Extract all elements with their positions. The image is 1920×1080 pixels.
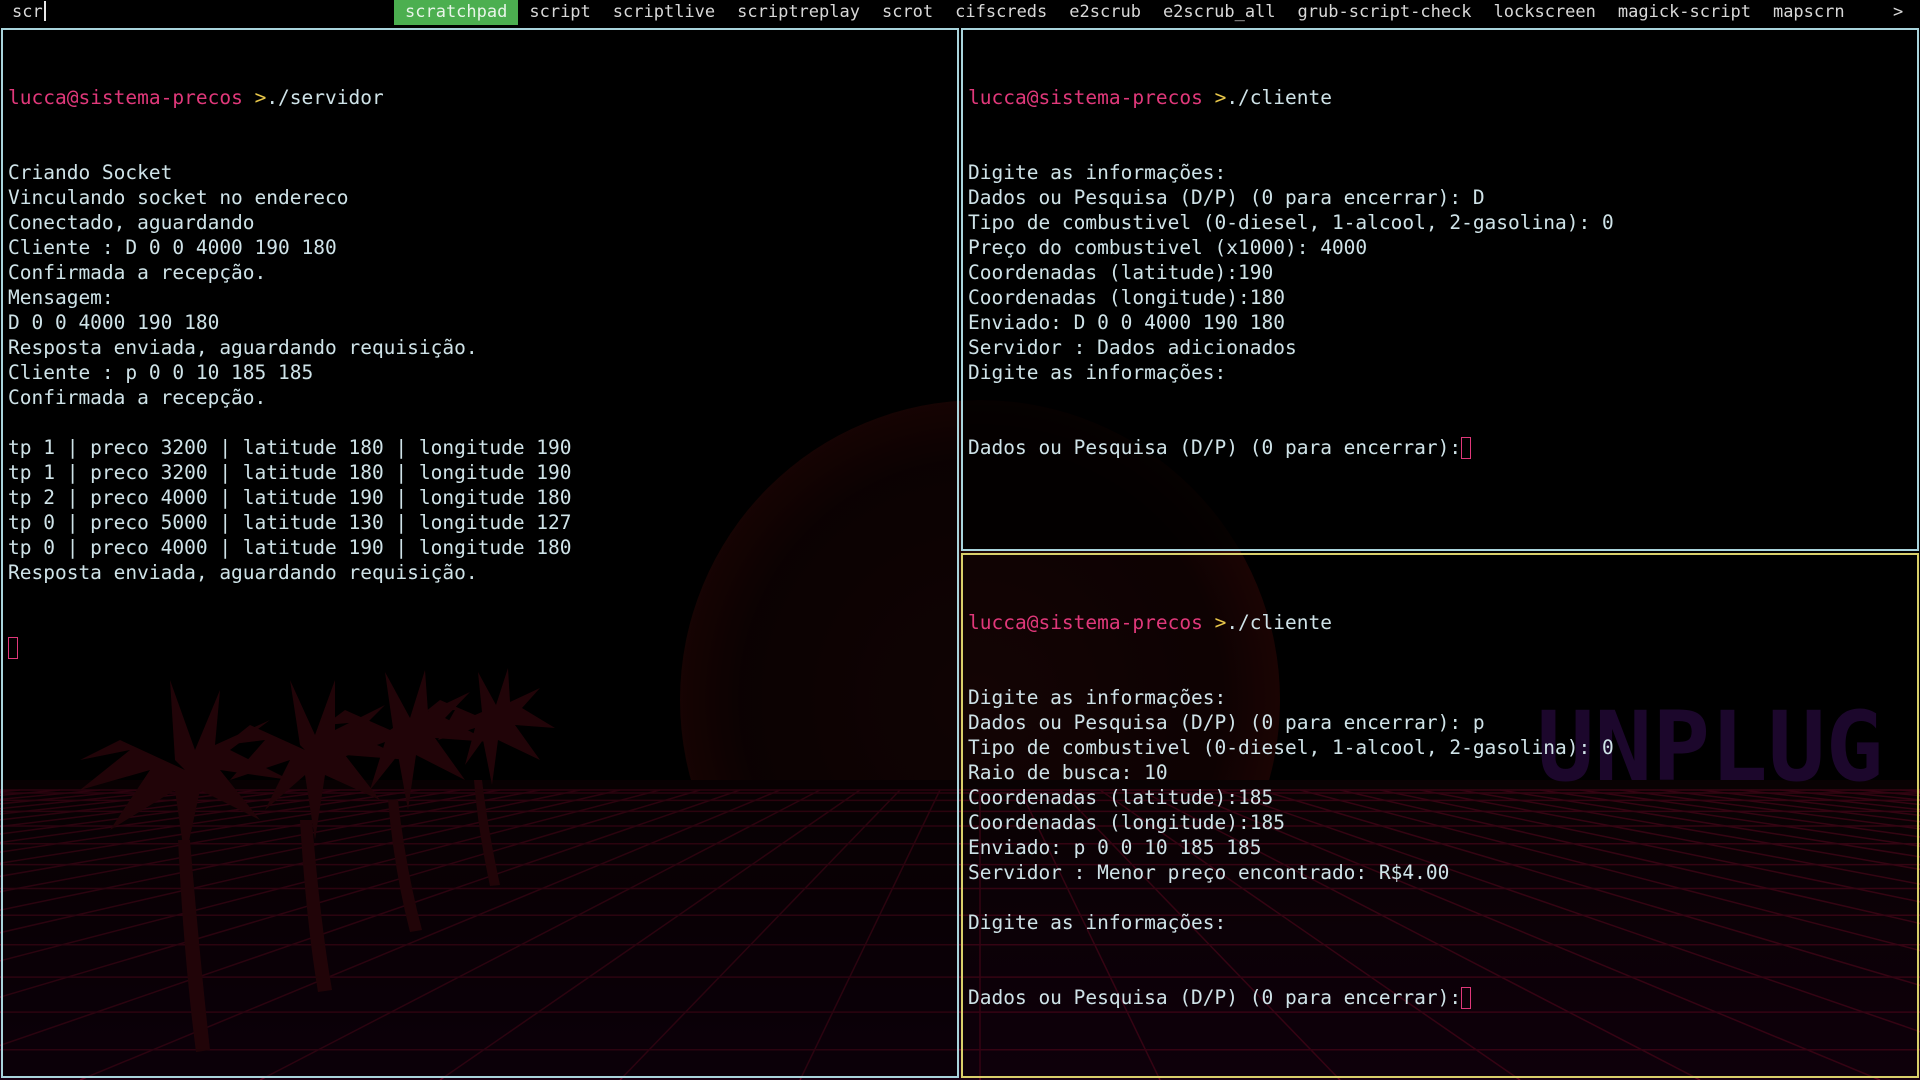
terminal-output: Digite as informações: Dados ou Pesquisa … <box>968 685 1912 935</box>
dmenu-item[interactable]: scrot <box>871 0 944 25</box>
dmenu-item[interactable]: cifscreds <box>944 0 1058 25</box>
dmenu-item[interactable]: grub-script-check <box>1287 0 1483 25</box>
terminal-line: Cliente : D 0 0 4000 190 180 <box>8 236 337 259</box>
dmenu-item[interactable]: e2scrub <box>1058 0 1152 25</box>
dmenu-bar: scr scratchpad script scriptlive scriptrepl… <box>0 0 1920 25</box>
terminal-line: Resposta enviada, aguardando requisição. <box>8 336 478 359</box>
terminal-line: Servidor : Menor preço encontrado: R$4.0… <box>968 861 1450 884</box>
terminal-line: Dados ou Pesquisa (D/P) (0 para encerrar… <box>968 186 1485 209</box>
shell-prompt: lucca@sistema-precos >./servidor <box>8 86 384 109</box>
terminal-output: Digite as informações: Dados ou Pesquisa … <box>968 160 1912 385</box>
terminal-line: Digite as informações: <box>968 911 1227 934</box>
terminal-line: tp 0 | preco 5000 | latitude 130 | longi… <box>8 511 572 534</box>
terminal-line: Coordenadas (longitude):180 <box>968 286 1285 309</box>
terminal-line: Servidor : Dados adicionados <box>968 336 1297 359</box>
terminal-cursor <box>8 637 18 659</box>
terminal-line: D 0 0 4000 190 180 <box>8 311 220 334</box>
terminal-line: tp 2 | preco 4000 | latitude 190 | longi… <box>8 486 572 509</box>
dmenu-item[interactable]: magick-script <box>1607 0 1762 25</box>
terminal-line: Preço do combustivel (x1000): 4000 <box>968 236 1368 259</box>
dmenu-more-indicator[interactable]: > <box>1893 0 1903 25</box>
terminal-client-1[interactable]: lucca@sistema-precos >./cliente Digite a… <box>961 28 1919 551</box>
terminal-line: Criando Socket <box>8 161 173 184</box>
terminal-line: Confirmada a recepção. <box>8 386 267 409</box>
terminal-line: tp 1 | preco 3200 | latitude 180 | longi… <box>8 461 572 484</box>
shell-prompt: lucca@sistema-precos >./cliente <box>968 86 1332 109</box>
terminal-line: Digite as informações: <box>968 361 1227 384</box>
dmenu-item[interactable]: scratchpad <box>394 0 519 25</box>
terminal-line: tp 1 | preco 3200 | latitude 180 | longi… <box>8 436 572 459</box>
terminal-server[interactable]: lucca@sistema-precos >./servidor Criando… <box>1 28 959 1078</box>
terminal-line: Enviado: D 0 0 4000 190 180 <box>968 311 1285 334</box>
terminal-line: Cliente : p 0 0 10 185 185 <box>8 361 314 384</box>
terminal-line: tp 0 | preco 4000 | latitude 190 | longi… <box>8 536 572 559</box>
dmenu-item[interactable]: mapscrn <box>1762 0 1856 25</box>
terminal-line: Raio de busca: 10 <box>968 761 1168 784</box>
desktop: UNPLUG scr scratchpad script scriptlive scr… <box>0 0 1920 1080</box>
dmenu-input[interactable]: scr <box>12 0 46 25</box>
terminal-cursor <box>1461 987 1472 1009</box>
terminal-line: Digite as informações: <box>968 686 1227 709</box>
terminal-line: Tipo de combustivel (0-diesel, 1-alcool,… <box>968 211 1614 234</box>
terminal-line: Confirmada a recepção. <box>8 261 267 284</box>
terminal-client-2[interactable]: lucca@sistema-precos >./cliente Digite a… <box>961 553 1919 1078</box>
dmenu-item[interactable]: scriptlive <box>602 0 726 25</box>
terminal-line: Enviado: p 0 0 10 185 185 <box>968 836 1262 859</box>
dmenu-item[interactable]: e2scrub_all <box>1152 0 1287 25</box>
dmenu-items: scratchpad script scriptlive scriptreplay sc… <box>394 0 1856 25</box>
terminal-line: Vinculando socket no endereco <box>8 186 349 209</box>
terminal-input-line[interactable]: Dados ou Pesquisa (D/P) (0 para encerrar… <box>968 435 1912 460</box>
terminal-line: Coordenadas (latitude):185 <box>968 786 1274 809</box>
dmenu-item[interactable]: lockscreen <box>1483 0 1607 25</box>
terminal-line: Resposta enviada, aguardando requisição. <box>8 561 478 584</box>
terminal-line: Coordenadas (latitude):190 <box>968 261 1274 284</box>
dmenu-item[interactable]: scriptreplay <box>726 0 871 25</box>
terminal-cursor <box>1461 437 1472 459</box>
shell-prompt: lucca@sistema-precos >./cliente <box>968 611 1332 634</box>
terminal-line: Coordenadas (longitude):185 <box>968 811 1285 834</box>
terminal-line: Conectado, aguardando <box>8 211 255 234</box>
terminal-line: Mensagem: <box>8 286 114 309</box>
terminal-line: Digite as informações: <box>968 161 1227 184</box>
text-caret <box>43 1 46 21</box>
terminal-input-line[interactable]: Dados ou Pesquisa (D/P) (0 para encerrar… <box>968 985 1912 1010</box>
terminal-line: Tipo de combustivel (0-diesel, 1-alcool,… <box>968 736 1614 759</box>
terminal-line: Dados ou Pesquisa (D/P) (0 para encerrar… <box>968 711 1485 734</box>
terminal-output: Criando Socket Vinculando socket no ender… <box>8 160 952 585</box>
dmenu-item[interactable]: script <box>518 0 601 25</box>
